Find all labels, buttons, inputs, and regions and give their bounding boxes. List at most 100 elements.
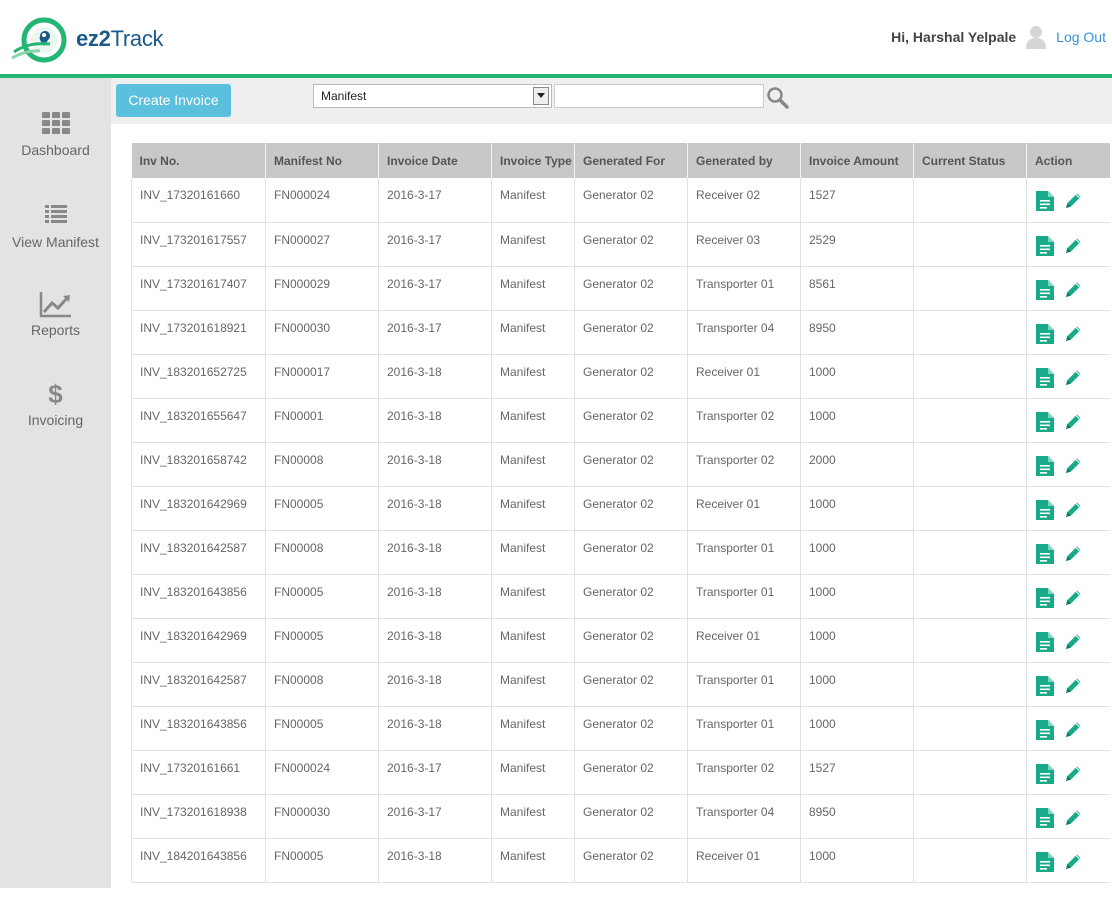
table-row[interactable]: INV_183201658742 FN00008 2016-3-18 Manifest… (131, 442, 1110, 487)
cell-invoice-date: 2016-3-18 (378, 574, 492, 619)
pencil-icon[interactable] (1063, 720, 1083, 743)
cell-invoice-amount: 1527 (800, 178, 914, 223)
sidebar-item-label: Dashboard (21, 142, 90, 158)
table-row[interactable]: INV_183201652725 FN000017 2016-3-18 Manifes… (131, 354, 1110, 399)
cell-invoice-type: Manifest (491, 310, 575, 355)
pencil-icon[interactable] (1063, 632, 1083, 655)
document-icon[interactable] (1035, 675, 1055, 700)
pencil-icon[interactable] (1063, 500, 1083, 523)
table-row[interactable]: INV_183201643856 FN00005 2016-3-18 Manifest… (131, 706, 1110, 751)
table-row[interactable]: INV_183201643856 FN00005 2016-3-18 Manifest… (131, 574, 1110, 619)
document-icon[interactable] (1035, 587, 1055, 612)
cell-current-status (913, 794, 1027, 839)
table-row[interactable]: INV_173201618938 FN000030 2016-3-17 Manifes… (131, 794, 1110, 839)
pencil-icon[interactable] (1063, 280, 1083, 303)
cell-invoice-date: 2016-3-17 (378, 178, 492, 223)
pencil-icon[interactable] (1063, 368, 1083, 391)
pencil-icon[interactable] (1063, 412, 1083, 435)
cell-generated-by: Transporter 04 (687, 310, 801, 355)
table-row[interactable]: INV_184201643856 FN00005 2016-3-18 Manifest… (131, 838, 1110, 883)
create-invoice-button[interactable]: Create Invoice (116, 84, 231, 117)
cell-manifest-no: FN00005 (265, 486, 379, 531)
table-row[interactable]: INV_173201617407 FN000029 2016-3-17 Manifes… (131, 266, 1110, 311)
pencil-icon[interactable] (1063, 456, 1083, 479)
filter-select[interactable]: Manifest (313, 84, 552, 108)
document-icon[interactable] (1035, 323, 1055, 348)
pencil-icon[interactable] (1063, 324, 1083, 347)
pencil-icon[interactable] (1063, 764, 1083, 787)
document-icon[interactable] (1035, 499, 1055, 524)
document-icon[interactable] (1035, 455, 1055, 480)
cell-generated-by: Receiver 02 (687, 178, 801, 223)
pencil-icon[interactable] (1063, 676, 1083, 699)
sidebar-item-view-manifest[interactable]: View Manifest (0, 202, 111, 250)
cell-action (1026, 310, 1110, 355)
row-actions (1035, 190, 1102, 215)
table-row[interactable]: INV_183201642587 FN00008 2016-3-18 Manifest… (131, 530, 1110, 575)
table-row[interactable]: INV_183201642969 FN00005 2016-3-18 Manifest… (131, 618, 1110, 663)
search-icon[interactable] (766, 86, 790, 110)
pencil-icon[interactable] (1063, 808, 1083, 831)
pencil-icon[interactable] (1063, 544, 1083, 567)
column-header-invoice-amount[interactable]: Invoice Amount (800, 143, 914, 178)
document-icon[interactable] (1035, 190, 1055, 215)
row-actions (1035, 323, 1102, 348)
cell-invoice-amount: 1000 (800, 486, 914, 531)
document-icon[interactable] (1035, 543, 1055, 568)
cell-action (1026, 354, 1110, 399)
cell-invoice-type: Manifest (491, 398, 575, 443)
row-actions (1035, 587, 1102, 612)
filter-selected-value: Manifest (321, 89, 367, 103)
table-row[interactable]: INV_183201642587 FN00008 2016-3-18 Manifest… (131, 662, 1110, 707)
cell-invoice-amount: 1000 (800, 662, 914, 707)
cell-inv-no: INV_183201652725 (131, 354, 266, 399)
document-icon[interactable] (1035, 235, 1055, 260)
chevron-down-icon[interactable] (533, 87, 549, 105)
column-header-generated-for[interactable]: Generated For (574, 143, 688, 178)
cell-current-status (913, 838, 1027, 883)
cell-generated-by: Transporter 01 (687, 266, 801, 311)
document-icon[interactable] (1035, 631, 1055, 656)
table-row[interactable]: INV_183201642969 FN00005 2016-3-18 Manifest… (131, 486, 1110, 531)
column-header-generated-by[interactable]: Generated by (687, 143, 801, 178)
column-header-manifest-no[interactable]: Manifest No (265, 143, 379, 178)
document-icon[interactable] (1035, 763, 1055, 788)
table-row[interactable]: INV_173201617557 FN000027 2016-3-17 Manifes… (131, 222, 1110, 267)
table-row[interactable]: INV_183201655647 FN00001 2016-3-18 Manifest… (131, 398, 1110, 443)
document-icon[interactable] (1035, 807, 1055, 832)
column-header-invoice-date[interactable]: Invoice Date (378, 143, 492, 178)
cell-invoice-date: 2016-3-17 (378, 750, 492, 795)
cell-invoice-type: Manifest (491, 486, 575, 531)
document-icon[interactable] (1035, 367, 1055, 392)
document-icon[interactable] (1035, 719, 1055, 744)
column-header-current-status[interactable]: Current Status (913, 143, 1027, 178)
cell-invoice-amount: 1000 (800, 354, 914, 399)
sidebar-item-dashboard[interactable]: Dashboard (0, 110, 111, 158)
cell-inv-no: INV_173201617407 (131, 266, 266, 311)
search-input[interactable] (554, 84, 764, 108)
document-icon[interactable] (1035, 851, 1055, 876)
document-icon[interactable] (1035, 279, 1055, 304)
sidebar-item-reports[interactable]: Reports (0, 290, 111, 338)
cell-manifest-no: FN00005 (265, 618, 379, 663)
column-header-invoice-type[interactable]: Invoice Type (491, 143, 575, 178)
document-icon[interactable] (1035, 411, 1055, 436)
ez2track-logo[interactable]: ez2Track (10, 12, 164, 66)
pencil-icon[interactable] (1063, 852, 1083, 875)
pencil-icon[interactable] (1063, 236, 1083, 259)
cell-invoice-type: Manifest (491, 222, 575, 267)
logout-link[interactable]: Log Out (1056, 29, 1106, 45)
cell-invoice-type: Manifest (491, 618, 575, 663)
table-row[interactable]: INV_17320161661 FN000024 2016-3-17 Manifest… (131, 750, 1110, 795)
cell-inv-no: INV_17320161660 (131, 178, 266, 223)
pencil-icon[interactable] (1063, 191, 1083, 214)
row-actions (1035, 675, 1102, 700)
column-header-inv-no[interactable]: Inv No. (131, 143, 266, 178)
cell-invoice-date: 2016-3-17 (378, 310, 492, 355)
table-row[interactable]: INV_17320161660 FN000024 2016-3-17 Manifest… (131, 178, 1110, 223)
sidebar-item-invoicing[interactable]: $ Invoicing (0, 380, 111, 428)
pencil-icon[interactable] (1063, 588, 1083, 611)
invoice-table-body: INV_17320161660 FN000024 2016-3-17 Manifest… (131, 178, 1110, 883)
cell-current-status (913, 266, 1027, 311)
table-row[interactable]: INV_173201618921 FN000030 2016-3-17 Manifes… (131, 310, 1110, 355)
